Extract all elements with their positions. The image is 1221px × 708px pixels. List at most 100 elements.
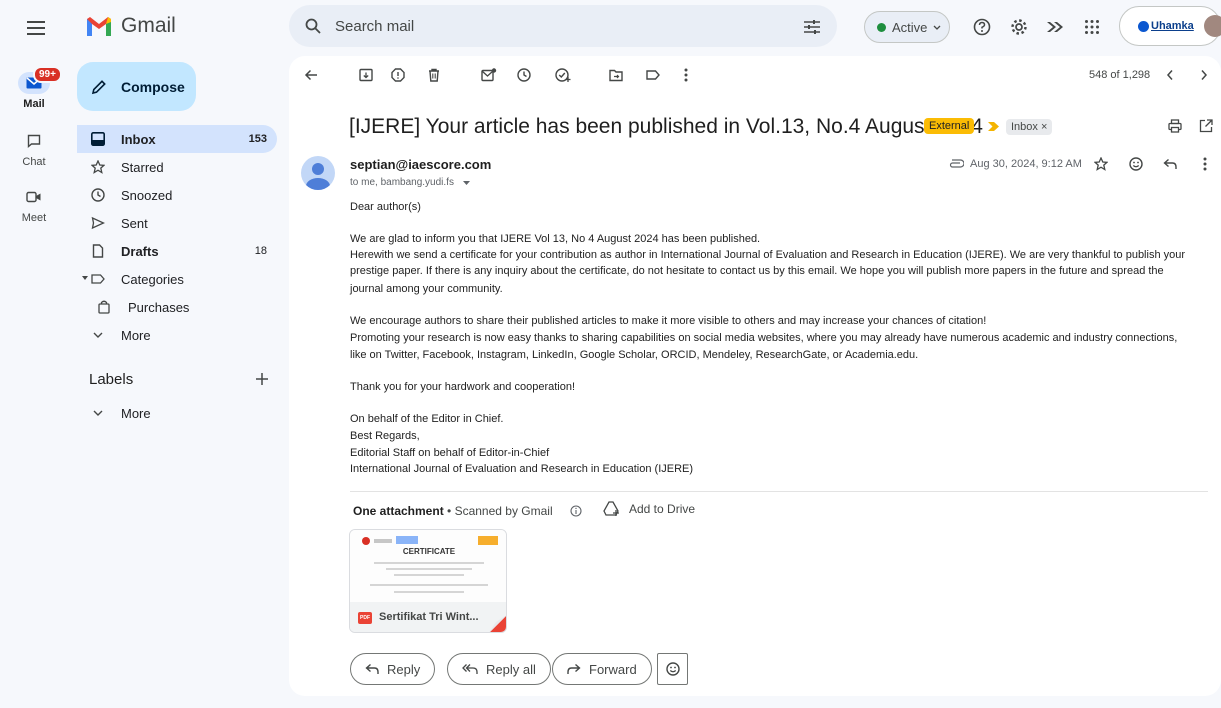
inbox-label-chip[interactable]: Inbox × [1006, 119, 1053, 135]
gemini-button[interactable] [1040, 12, 1070, 42]
search-input[interactable]: Search mail [335, 18, 414, 35]
apps-grid-icon [1085, 20, 1099, 34]
sidebar-item-categories[interactable]: Categories [77, 265, 277, 293]
sidebar-item-label: Drafts [121, 244, 159, 259]
pdf-preview: CERTIFICATE [350, 530, 506, 602]
body-line: Dear author(s) [350, 201, 421, 213]
sidebar-item-purchases[interactable]: Purchases [77, 293, 277, 321]
rail-chat[interactable]: Chat [8, 130, 60, 168]
older-chevron-right-icon[interactable] [1199, 68, 1209, 82]
emoji-react-button[interactable] [657, 653, 688, 685]
gmail-logo[interactable]: Gmail [85, 14, 176, 38]
search-bar[interactable]: Search mail [289, 5, 837, 47]
body-line: like on Twitter, Facebook, Instagram, Li… [350, 349, 919, 361]
label-icon[interactable] [646, 68, 660, 82]
unread-badge: 99+ [33, 66, 62, 83]
account-chip[interactable]: Uhamka [1119, 6, 1221, 46]
preview-logo-icon [396, 536, 418, 544]
move-to-icon[interactable] [609, 68, 623, 82]
search-options-icon[interactable] [803, 19, 821, 35]
email-subject: [IJERE] Your article has been published … [349, 115, 983, 138]
main-menu-button[interactable] [21, 13, 51, 43]
add-task-icon[interactable] [555, 68, 571, 82]
back-arrow-icon[interactable] [304, 68, 318, 82]
apps-button[interactable] [1077, 12, 1107, 42]
org-logo-icon [1138, 21, 1149, 32]
body-line: On behalf of the Editor in Chief. [350, 413, 504, 425]
body-line: International Journal of Evaluation and … [350, 463, 694, 475]
attachment-heading: One attachment [353, 504, 444, 518]
divider [350, 491, 1208, 492]
newer-chevron-left-icon[interactable] [1165, 68, 1175, 82]
scanned-label: Scanned by Gmail [454, 504, 553, 518]
preview-text-block [394, 591, 464, 593]
trash-icon[interactable] [428, 68, 440, 82]
page-curl-icon [489, 615, 506, 632]
body-line: Thank you for your hardwork and cooperat… [350, 381, 576, 393]
forward-button[interactable]: Forward [552, 653, 652, 685]
reply-label: Reply [387, 661, 421, 677]
body-line: Editorial Staff on behalf of Editor-in-C… [350, 447, 550, 459]
video-icon [18, 186, 50, 208]
rail-mail-label: Mail [23, 98, 45, 110]
settings-button[interactable] [1004, 12, 1034, 42]
body-line: Herewith we send a certificate for your … [350, 249, 1186, 261]
sidebar-item-more[interactable]: More [77, 321, 277, 349]
recipients[interactable]: to me, bambang.yudi.fs [350, 177, 454, 188]
reply-button[interactable]: Reply [350, 653, 436, 685]
preview-title: CERTIFICATE [402, 547, 456, 556]
labels-more[interactable]: More [77, 399, 277, 427]
info-icon[interactable] [570, 505, 582, 517]
avatar[interactable] [1204, 15, 1221, 37]
sidebar-item-inbox[interactable]: Inbox 153 [77, 125, 277, 153]
body-line: Promoting your research is now easy than… [350, 332, 1178, 344]
help-button[interactable] [967, 12, 997, 42]
caret-down-icon[interactable] [463, 181, 470, 186]
attachment-filename: Sertifikat Tri Wint... [379, 611, 479, 623]
reply-all-label: Reply all [486, 661, 536, 677]
sidebar-item-drafts[interactable]: Drafts 18 [77, 237, 277, 265]
sidebar-item-label: More [121, 328, 151, 343]
attachment-clip-icon [949, 159, 964, 168]
report-spam-icon[interactable] [391, 68, 405, 82]
sidebar-item-label: Inbox [121, 132, 156, 147]
caret-down-icon[interactable] [82, 276, 88, 281]
add-to-drive-label: Add to Drive [629, 502, 696, 516]
sidebar-item-snoozed[interactable]: Snoozed [77, 181, 277, 209]
preview-text-block [374, 539, 392, 543]
more-vert-icon[interactable] [684, 68, 688, 82]
emoji-reaction-icon[interactable] [1129, 157, 1143, 171]
mark-unread-icon[interactable] [481, 68, 497, 82]
body-line: We are glad to inform you that IJERE Vol… [350, 233, 761, 245]
sidebar-item-starred[interactable]: Starred [77, 153, 277, 181]
attachment-card[interactable]: CERTIFICATE PDF Sertifikat Tri Wint... [349, 529, 507, 633]
sidebar-item-sent[interactable]: Sent [77, 209, 277, 237]
reply-all-button[interactable]: Reply all [447, 653, 551, 685]
more-vert-icon[interactable] [1203, 157, 1207, 171]
preview-text-block [386, 568, 472, 570]
add-label-icon[interactable] [256, 373, 268, 385]
archive-icon[interactable] [359, 68, 373, 82]
rail-meet[interactable]: Meet [8, 186, 60, 224]
snooze-icon[interactable] [517, 68, 531, 82]
compose-button[interactable]: Compose [77, 62, 196, 111]
importance-marker-icon[interactable] [988, 122, 999, 131]
preview-text-block [374, 562, 484, 564]
drafts-count: 18 [254, 245, 267, 257]
org-label: Uhamka [1151, 20, 1194, 32]
sidebar-item-label: Categories [121, 272, 184, 287]
reply-all-icon [462, 664, 478, 674]
sender-avatar[interactable] [301, 156, 335, 190]
add-to-drive-button[interactable]: Add to Drive [603, 501, 695, 517]
forward-icon [567, 663, 581, 674]
status-dropdown[interactable]: Active [864, 11, 950, 43]
open-new-window-icon[interactable] [1199, 119, 1213, 133]
reply-icon[interactable] [1163, 158, 1177, 170]
print-icon[interactable] [1168, 119, 1182, 133]
active-dot-icon [877, 23, 886, 32]
help-icon [973, 18, 991, 36]
status-label: Active [892, 20, 928, 35]
star-icon[interactable] [1094, 157, 1108, 171]
message-view: 548 of 1,298 [IJERE] Your article has be… [289, 56, 1221, 696]
inbox-icon [91, 132, 105, 146]
